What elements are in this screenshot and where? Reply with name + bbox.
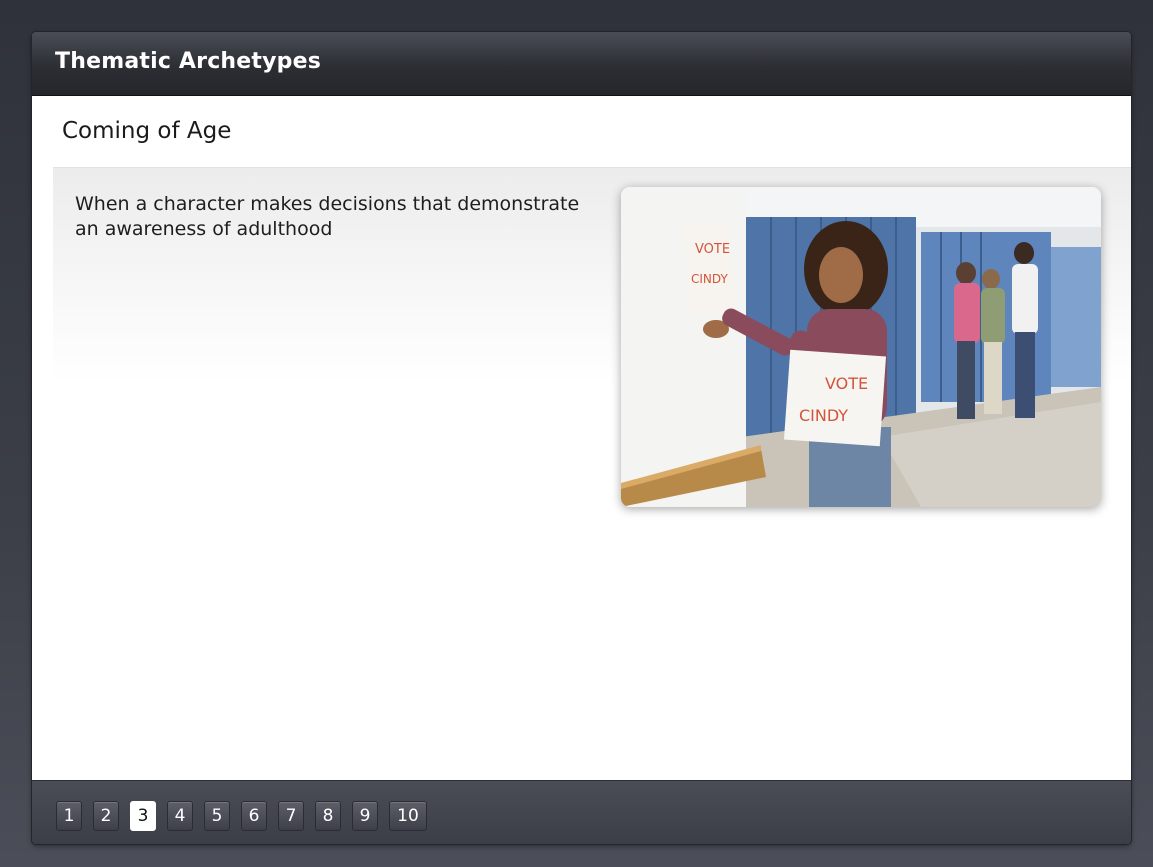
footer-bar: 1 2 3 4 5 6 7 8 9 10 <box>32 780 1131 844</box>
page-button-4[interactable]: 4 <box>167 801 193 831</box>
slide-heading: Coming of Age <box>62 118 232 144</box>
window-title: Thematic Archetypes <box>55 49 322 74</box>
sign-text-vote: VOTE <box>825 374 868 393</box>
slide-content: Coming of Age When a character makes dec… <box>32 96 1131 781</box>
page-button-7[interactable]: 7 <box>278 801 304 831</box>
hallway-photo: VOTE CINDY VOTE CINDY <box>621 187 1101 507</box>
page-button-6[interactable]: 6 <box>241 801 267 831</box>
page-button-9[interactable]: 9 <box>352 801 378 831</box>
sign-text-cindy: CINDY <box>799 406 848 425</box>
title-bar: Thematic Archetypes <box>32 32 1131 96</box>
slide-window: Thematic Archetypes Coming of Age When a… <box>32 32 1131 844</box>
poster-text-cindy: CINDY <box>691 272 728 286</box>
page-button-5[interactable]: 5 <box>204 801 230 831</box>
page-navigation: 1 2 3 4 5 6 7 8 9 10 <box>56 801 427 831</box>
slide-description: When a character makes decisions that de… <box>75 193 580 240</box>
page-button-10[interactable]: 10 <box>389 801 427 831</box>
content-card: When a character makes decisions that de… <box>53 167 1131 781</box>
hallway-photo-illustration: VOTE CINDY VOTE CINDY <box>621 187 1101 507</box>
poster-text-vote: VOTE <box>695 242 730 257</box>
page-button-3[interactable]: 3 <box>130 801 156 831</box>
page-button-2[interactable]: 2 <box>93 801 119 831</box>
page-button-1[interactable]: 1 <box>56 801 82 831</box>
page-button-8[interactable]: 8 <box>315 801 341 831</box>
